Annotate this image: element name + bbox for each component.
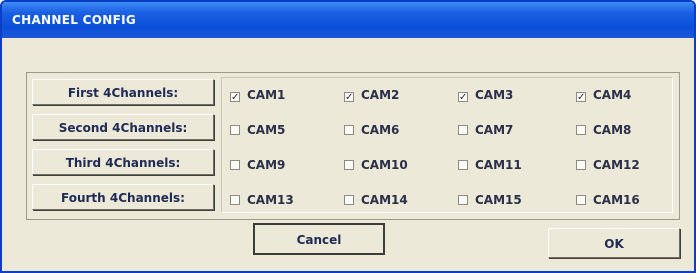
cancel-button[interactable]: Cancel [253, 223, 385, 255]
second-4channels-button[interactable]: Second 4Channels: [32, 114, 214, 140]
cam-checkbox[interactable]: CAM5 [230, 121, 285, 139]
cam-label: CAM7 [475, 123, 514, 137]
cam-label: CAM3 [475, 88, 514, 102]
checkbox[interactable] [344, 195, 354, 205]
cam-label: CAM13 [247, 193, 294, 207]
camera-grid: ✓ CAM1 ✓ CAM2 ✓ CAM3 ✓ CAM4 CAM5 CAM6 CAM7 C… [221, 77, 673, 213]
checkbox[interactable] [576, 195, 586, 205]
checkbox[interactable] [230, 195, 240, 205]
channel-config-dialog: CHANNEL CONFIG First 4Channels: Second 4… [0, 0, 696, 273]
cam-checkbox[interactable]: CAM13 [230, 191, 294, 209]
cam-checkbox[interactable]: CAM15 [458, 191, 522, 209]
fourth-4channels-button[interactable]: Fourth 4Channels: [32, 184, 214, 210]
cam-label: CAM10 [361, 158, 408, 172]
checkbox[interactable] [344, 125, 354, 135]
checkbox-checked[interactable]: ✓ [458, 92, 468, 103]
cam-checkbox[interactable]: ✓ CAM4 [576, 86, 631, 104]
cam-checkbox[interactable]: CAM16 [576, 191, 640, 209]
checkbox[interactable] [230, 125, 240, 135]
checkbox[interactable] [458, 195, 468, 205]
cam-label: CAM8 [593, 123, 632, 137]
cam-checkbox[interactable]: CAM6 [344, 121, 399, 139]
first-4channels-button[interactable]: First 4Channels: [32, 79, 214, 105]
ok-button[interactable]: OK [548, 228, 680, 258]
checkbox[interactable] [576, 125, 586, 135]
cam-label: CAM6 [361, 123, 400, 137]
cam-checkbox[interactable]: CAM7 [458, 121, 513, 139]
checkbox[interactable] [344, 160, 354, 170]
cam-checkbox[interactable]: CAM8 [576, 121, 631, 139]
third-4channels-button[interactable]: Third 4Channels: [32, 149, 214, 175]
checkbox-checked[interactable]: ✓ [230, 92, 240, 103]
cam-checkbox[interactable]: CAM9 [230, 156, 285, 174]
cam-label: CAM15 [475, 193, 522, 207]
cam-label: CAM4 [593, 88, 632, 102]
channel-panel: First 4Channels: Second 4Channels: Third… [26, 72, 680, 220]
cam-label: CAM9 [247, 158, 286, 172]
dialog-title: CHANNEL CONFIG [2, 2, 694, 38]
checkbox[interactable] [576, 160, 586, 170]
cam-checkbox[interactable]: CAM12 [576, 156, 640, 174]
cam-label: CAM14 [361, 193, 408, 207]
cam-checkbox[interactable]: ✓ CAM3 [458, 86, 513, 104]
checkbox[interactable] [458, 125, 468, 135]
checkbox[interactable] [230, 160, 240, 170]
cam-label: CAM12 [593, 158, 640, 172]
cam-checkbox[interactable]: ✓ CAM1 [230, 86, 285, 104]
cam-checkbox[interactable]: CAM14 [344, 191, 408, 209]
cam-checkbox[interactable]: CAM10 [344, 156, 408, 174]
cam-label: CAM5 [247, 123, 286, 137]
checkbox-checked[interactable]: ✓ [576, 92, 586, 103]
checkbox[interactable] [458, 160, 468, 170]
cam-label: CAM16 [593, 193, 640, 207]
cam-checkbox[interactable]: CAM11 [458, 156, 522, 174]
cam-checkbox[interactable]: ✓ CAM2 [344, 86, 399, 104]
checkbox-checked[interactable]: ✓ [344, 92, 354, 103]
cam-label: CAM2 [361, 88, 400, 102]
cam-label: CAM1 [247, 88, 286, 102]
cam-label: CAM11 [475, 158, 522, 172]
